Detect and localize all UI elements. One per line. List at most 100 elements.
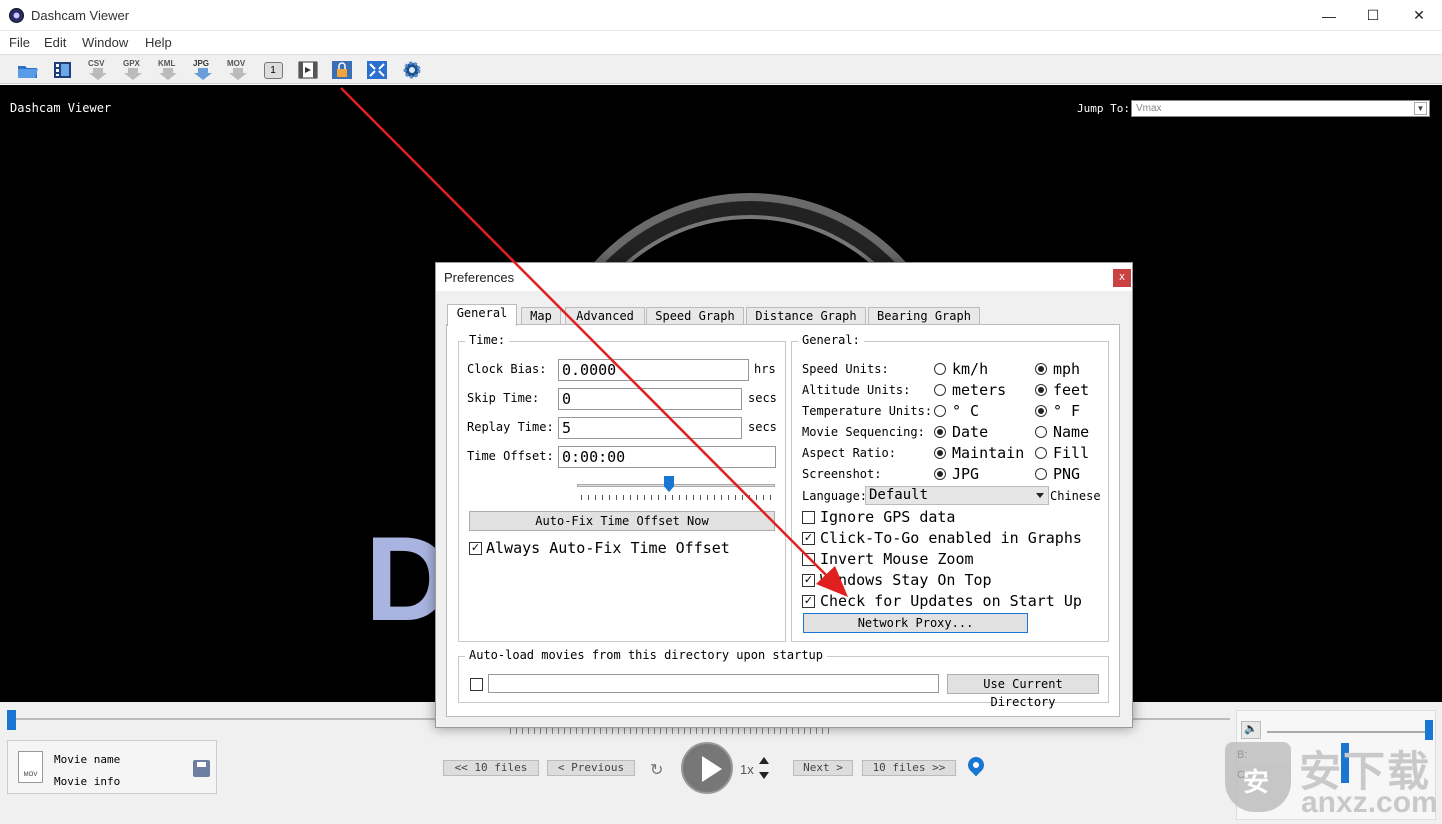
language-select[interactable]: Default	[865, 486, 1049, 505]
next-10-files-button[interactable]: 10 files >>	[862, 760, 956, 776]
export-csv-icon[interactable]: CSV	[86, 59, 110, 81]
skip-time-input[interactable]: 0	[558, 388, 742, 410]
temperature-c-radio[interactable]	[934, 405, 946, 417]
replay-icon[interactable]: ↻	[650, 760, 663, 780]
jpg-label: JPG	[193, 59, 209, 68]
time-offset-input[interactable]: 0:00:00	[558, 446, 776, 468]
chevron-down-icon: ▼	[1414, 102, 1427, 115]
replay-time-label: Replay Time:	[467, 420, 554, 434]
speed-kmh-radio[interactable]	[934, 363, 946, 375]
invert-zoom-label: Invert Mouse Zoom	[820, 550, 974, 568]
time-offset-label: Time Offset:	[467, 449, 554, 463]
menu-window[interactable]: Window	[82, 35, 128, 50]
volume-thumb[interactable]	[1425, 720, 1433, 740]
altitude-feet-radio[interactable]	[1035, 384, 1047, 396]
window-title: Dashcam Viewer	[31, 8, 130, 23]
autoload-directory-input[interactable]	[488, 674, 939, 693]
time-offset-slider-thumb[interactable]	[664, 476, 674, 492]
menu-help[interactable]: Help	[145, 35, 172, 50]
language-extra-label: Chinese	[1050, 489, 1101, 503]
prev-10-files-button[interactable]: << 10 files	[443, 760, 539, 776]
export-mov-icon[interactable]: MOV	[226, 59, 250, 81]
dialog-close-button[interactable]: x	[1113, 269, 1131, 287]
network-proxy-button[interactable]: Network Proxy...	[803, 613, 1028, 633]
screenshot-png-label: PNG	[1053, 465, 1081, 483]
clock-bias-input[interactable]: 0.0000	[558, 359, 749, 381]
movie-sequencing-label: Movie Sequencing:	[802, 425, 925, 439]
general-group: General: Speed Units: km/h mph Altitude …	[791, 333, 1109, 642]
check-updates-checkbox[interactable]: ✓	[802, 595, 815, 608]
speed-kmh-label: km/h	[952, 360, 989, 378]
time-offset-slider-track[interactable]	[577, 484, 775, 487]
speed-down-icon[interactable]	[759, 772, 769, 779]
tab-distance-graph[interactable]: Distance Graph	[746, 307, 866, 325]
click-to-go-label: Click-To-Go enabled in Graphs	[820, 529, 1082, 547]
skip-time-label: Skip Time:	[467, 391, 540, 405]
previous-button[interactable]: < Previous	[547, 760, 635, 776]
export-kml-icon[interactable]: KML	[156, 59, 180, 81]
general-legend: General:	[798, 333, 864, 347]
movie-info: Movie info	[54, 775, 121, 788]
ignore-gps-label: Ignore GPS data	[820, 508, 956, 526]
volume-track[interactable]	[1267, 731, 1427, 733]
map-pin-icon[interactable]	[964, 753, 988, 777]
screenshot-jpg-radio[interactable]	[934, 468, 946, 480]
tab-bearing-graph[interactable]: Bearing Graph	[868, 307, 980, 325]
tab-advanced[interactable]: Advanced	[565, 307, 645, 325]
auto-fix-button[interactable]: Auto-Fix Time Offset Now	[469, 511, 775, 531]
next-button[interactable]: Next >	[793, 760, 853, 776]
altitude-meters-label: meters	[952, 381, 1007, 399]
tab-map[interactable]: Map	[521, 307, 561, 325]
menu-file[interactable]: File	[9, 35, 30, 50]
tab-general[interactable]: General	[447, 304, 517, 326]
seek-thumb[interactable]	[7, 710, 16, 730]
single-view-icon[interactable]: 1	[261, 59, 285, 81]
toolbar: CSV GPX KML JPG MOV 1	[0, 54, 1442, 84]
time-group: Time: Clock Bias: 0.0000 hrs Skip Time: …	[458, 333, 786, 642]
lock-icon[interactable]	[330, 59, 354, 81]
play-button[interactable]	[681, 742, 733, 794]
menu-edit[interactable]: Edit	[44, 35, 66, 50]
gpx-label: GPX	[123, 59, 141, 68]
single-view-label: 1	[263, 61, 283, 79]
settings-gear-icon[interactable]	[400, 59, 424, 81]
export-gpx-icon[interactable]: GPX	[121, 59, 145, 81]
sequencing-date-radio[interactable]	[934, 426, 946, 438]
invert-zoom-checkbox[interactable]	[802, 553, 815, 566]
click-to-go-checkbox[interactable]: ✓	[802, 532, 815, 545]
screenshot-png-radio[interactable]	[1035, 468, 1047, 480]
open-folder-icon[interactable]	[16, 59, 40, 81]
close-button[interactable]: ✕	[1396, 0, 1442, 31]
video-strip-icon[interactable]	[296, 59, 320, 81]
autoload-checkbox[interactable]	[470, 678, 483, 691]
aspect-maintain-label: Maintain	[952, 444, 1025, 462]
temperature-f-radio[interactable]	[1035, 405, 1047, 417]
maximize-button[interactable]: ☐	[1350, 0, 1396, 31]
dialog-title: Preferences	[444, 270, 515, 285]
speaker-icon[interactable]: 🔈	[1241, 721, 1261, 739]
altitude-meters-radio[interactable]	[934, 384, 946, 396]
time-offset-slider-ticks	[581, 495, 771, 500]
watermark-shield-icon	[1225, 742, 1291, 812]
minimize-button[interactable]: —	[1306, 0, 1352, 31]
aspect-fill-label: Fill	[1053, 444, 1090, 462]
speed-up-icon[interactable]	[759, 757, 769, 764]
open-movies-icon[interactable]	[51, 59, 75, 81]
replay-time-input[interactable]: 5	[558, 417, 742, 439]
aspect-fill-radio[interactable]	[1035, 447, 1047, 459]
dialog-title-bar: Preferences x	[436, 263, 1132, 291]
sequencing-name-radio[interactable]	[1035, 426, 1047, 438]
aspect-maintain-radio[interactable]	[934, 447, 946, 459]
jump-to-select[interactable]: Vmax ▼	[1131, 100, 1430, 117]
ignore-gps-checkbox[interactable]	[802, 511, 815, 524]
export-jpg-icon[interactable]: JPG	[191, 59, 215, 81]
save-icon[interactable]	[193, 760, 210, 777]
mov-label: MOV	[227, 59, 246, 68]
tab-speed-graph[interactable]: Speed Graph	[646, 307, 744, 325]
always-autofix-checkbox[interactable]: ✓	[469, 542, 482, 555]
speed-mph-radio[interactable]	[1035, 363, 1047, 375]
stay-on-top-checkbox[interactable]: ✓	[802, 574, 815, 587]
use-current-directory-button[interactable]: Use Current Directory	[947, 674, 1099, 709]
fullscreen-icon[interactable]	[365, 59, 389, 81]
clock-bias-unit: hrs	[754, 362, 776, 376]
